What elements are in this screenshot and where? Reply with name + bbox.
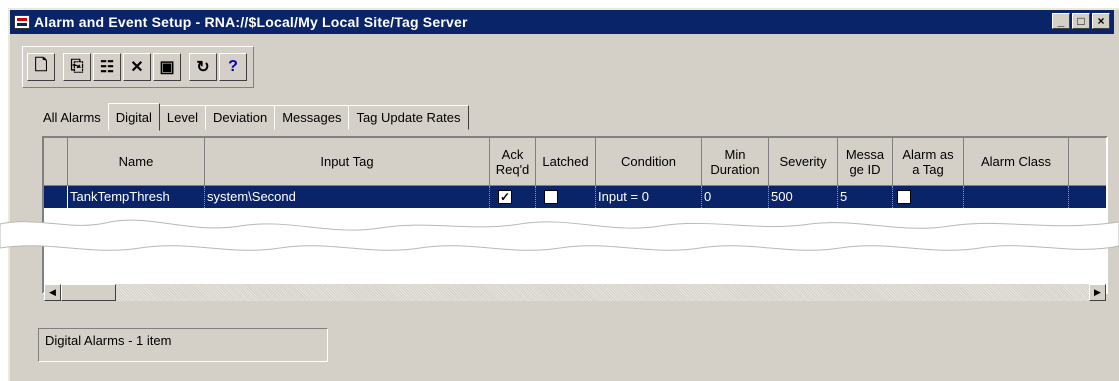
- column-header-filler: [1069, 138, 1106, 186]
- grid-header: Name Input Tag Ack Req'd Latched Conditi…: [44, 138, 1106, 186]
- toolbar: 🗋 ⎘ ☷ ✕ ▣ ↻ ?: [22, 46, 254, 88]
- column-header-name[interactable]: Name: [68, 138, 205, 186]
- cell-latched[interactable]: [536, 186, 596, 208]
- cell-condition[interactable]: Input = 0: [596, 186, 702, 208]
- duplicate-icon: ⎘: [70, 58, 84, 75]
- window-title: Alarm and Event Setup - RNA://$Local/My …: [34, 14, 468, 30]
- scroll-right-button[interactable]: ▶: [1089, 284, 1106, 301]
- tab-deviation[interactable]: Deviation: [205, 105, 276, 130]
- cell-severity[interactable]: 500: [769, 186, 838, 208]
- app-icon: [14, 15, 30, 29]
- help-icon: ?: [228, 58, 238, 75]
- delete-icon: ✕: [130, 59, 144, 76]
- tab-digital[interactable]: Digital: [107, 103, 160, 131]
- tab-tag-update-rates[interactable]: Tag Update Rates: [348, 105, 469, 130]
- cell-alarm-as-tag[interactable]: [893, 186, 964, 208]
- cell-message-id[interactable]: 5: [838, 186, 893, 208]
- close-button[interactable]: ×: [1092, 13, 1110, 29]
- tab-strip: All Alarms Digital Level Deviation Messa…: [36, 102, 469, 131]
- alarm-setup-window: Alarm and Event Setup - RNA://$Local/My …: [8, 8, 1119, 381]
- table-row[interactable]: TankTempThresh system\Second ✓ Input = 0…: [44, 186, 1106, 208]
- new-button[interactable]: 🗋: [27, 53, 55, 81]
- help-button[interactable]: ?: [219, 53, 247, 81]
- cell-alarm-class[interactable]: [964, 186, 1069, 208]
- column-header-min-duration[interactable]: Min Duration: [702, 138, 769, 186]
- title-bar[interactable]: Alarm and Event Setup - RNA://$Local/My …: [10, 10, 1114, 34]
- scroll-track[interactable]: [116, 284, 1089, 301]
- cell-ack-reqd[interactable]: ✓: [490, 186, 536, 208]
- column-header-severity[interactable]: Severity: [769, 138, 838, 186]
- column-header-ack-reqd[interactable]: Ack Req'd: [490, 138, 536, 186]
- row-selector[interactable]: [44, 186, 68, 208]
- column-header-latched[interactable]: Latched: [536, 138, 596, 186]
- properties-button[interactable]: ☷: [93, 53, 121, 81]
- save-button[interactable]: ▣: [153, 53, 181, 81]
- save-icon: ▣: [159, 59, 175, 76]
- column-header-alarm-as-tag[interactable]: Alarm as a Tag: [893, 138, 964, 186]
- ack-reqd-checkbox[interactable]: ✓: [498, 190, 512, 204]
- column-header-input-tag[interactable]: Input Tag: [205, 138, 490, 186]
- restore-button[interactable]: □: [1072, 13, 1090, 29]
- column-header-condition[interactable]: Condition: [596, 138, 702, 186]
- horizontal-scrollbar[interactable]: ◀ ▶: [44, 284, 1106, 302]
- new-icon: 🗋: [34, 56, 48, 74]
- cell-min-duration[interactable]: 0: [702, 186, 769, 208]
- status-bar: Digital Alarms - 1 item: [38, 328, 328, 362]
- alarm-as-tag-checkbox[interactable]: [897, 190, 911, 204]
- row-selector-header[interactable]: [44, 138, 68, 186]
- torn-edge-decoration: [0, 219, 1119, 251]
- column-header-alarm-class[interactable]: Alarm Class: [964, 138, 1069, 186]
- properties-icon: ☷: [99, 59, 115, 76]
- refresh-icon: ↻: [196, 59, 210, 76]
- tab-messages[interactable]: Messages: [274, 105, 350, 130]
- tab-all-alarms[interactable]: All Alarms: [36, 106, 109, 130]
- scroll-left-button[interactable]: ◀: [44, 284, 61, 301]
- scroll-thumb[interactable]: [61, 284, 116, 301]
- cell-filler: [1069, 186, 1106, 208]
- minimize-button[interactable]: _: [1052, 13, 1070, 29]
- cell-name[interactable]: TankTempThresh: [68, 186, 205, 208]
- tab-level[interactable]: Level: [158, 105, 206, 130]
- duplicate-button[interactable]: ⎘: [63, 53, 91, 81]
- column-header-message-id[interactable]: Messa ge ID: [838, 138, 893, 186]
- refresh-button[interactable]: ↻: [189, 53, 217, 81]
- cell-input-tag[interactable]: system\Second: [205, 186, 490, 208]
- latched-checkbox[interactable]: [544, 190, 558, 204]
- delete-button[interactable]: ✕: [123, 53, 151, 81]
